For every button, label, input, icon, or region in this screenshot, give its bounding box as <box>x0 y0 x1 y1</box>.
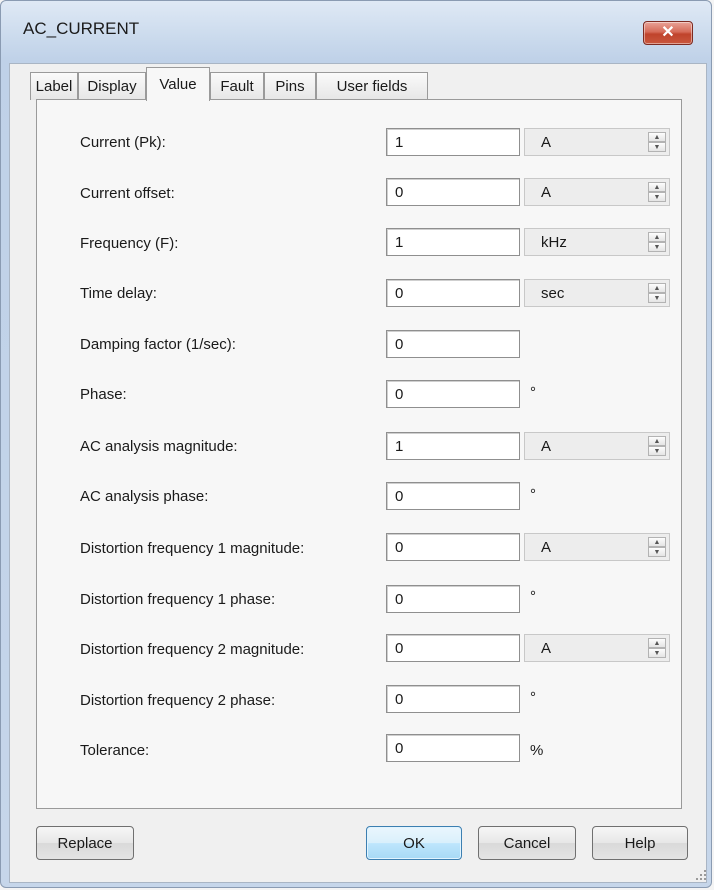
tolerance-label: Tolerance: <box>80 742 150 759</box>
ac-analysis-phase-input[interactable]: 0 <box>386 482 520 510</box>
spin-down-icon[interactable]: ▼ <box>648 242 666 252</box>
spin-up-icon[interactable]: ▲ <box>648 638 666 648</box>
current-offset-spinner[interactable]: ▲ ▼ <box>648 182 666 202</box>
tab-label[interactable]: Label <box>30 72 78 100</box>
distortion-2-phase-label: Distortion frequency 2 phase: <box>80 692 276 709</box>
tab-display[interactable]: Display <box>78 72 146 100</box>
spin-up-icon[interactable]: ▲ <box>648 537 666 547</box>
tab-user-fields[interactable]: User fields <box>316 72 428 100</box>
distortion-2-phase-degree-suffix: ° <box>530 689 536 706</box>
distortion-1-magnitude-unit: A <box>541 539 552 556</box>
spin-down-icon[interactable]: ▼ <box>648 142 666 152</box>
current-pk-unit-select[interactable]: A ▲ ▼ <box>524 128 670 156</box>
ac-analysis-magnitude-unit-select[interactable]: A ▲ ▼ <box>524 432 670 460</box>
spin-down-icon[interactable]: ▼ <box>648 293 666 303</box>
time-delay-unit-select[interactable]: sec ▲ ▼ <box>524 279 670 307</box>
spin-down-icon[interactable]: ▼ <box>648 648 666 658</box>
spin-down-icon[interactable]: ▼ <box>648 446 666 456</box>
frequency-input[interactable]: 1 <box>386 228 520 256</box>
current-pk-input[interactable]: 1 <box>386 128 520 156</box>
replace-button[interactable]: Replace <box>36 826 134 860</box>
ok-button[interactable]: OK <box>366 826 462 860</box>
distortion-1-phase-label: Distortion frequency 1 phase: <box>80 591 276 608</box>
damping-factor-input[interactable]: 0 <box>386 330 520 358</box>
spin-up-icon[interactable]: ▲ <box>648 232 666 242</box>
distortion-1-magnitude-spinner[interactable]: ▲ ▼ <box>648 537 666 557</box>
frequency-spinner[interactable]: ▲ ▼ <box>648 232 666 252</box>
close-icon: ✕ <box>661 24 675 41</box>
tolerance-input[interactable]: 0 <box>386 734 520 762</box>
distortion-1-magnitude-unit-select[interactable]: A ▲ ▼ <box>524 533 670 561</box>
distortion-2-magnitude-spinner[interactable]: ▲ ▼ <box>648 638 666 658</box>
resize-grip-icon[interactable] <box>692 866 708 882</box>
time-delay-label: Time delay: <box>80 285 157 302</box>
close-button[interactable]: ✕ <box>643 21 693 45</box>
current-pk-unit: A <box>541 134 552 151</box>
title-bar[interactable]: AC_CURRENT ✕ <box>1 1 711 63</box>
current-offset-unit: A <box>541 184 552 201</box>
tab-value[interactable]: Value <box>146 67 210 101</box>
current-pk-label: Current (Pk): <box>80 134 166 151</box>
window-title: AC_CURRENT <box>23 19 140 38</box>
spin-up-icon[interactable]: ▲ <box>648 283 666 293</box>
time-delay-unit: sec <box>541 285 565 302</box>
distortion-1-phase-input[interactable]: 0 <box>386 585 520 613</box>
distortion-2-magnitude-unit-select[interactable]: A ▲ ▼ <box>524 634 670 662</box>
ac-analysis-magnitude-label: AC analysis magnitude: <box>80 438 238 455</box>
frequency-unit-select[interactable]: kHz ▲ ▼ <box>524 228 670 256</box>
distortion-1-magnitude-label: Distortion frequency 1 magnitude: <box>80 540 305 557</box>
ac-analysis-phase-label: AC analysis phase: <box>80 488 209 505</box>
spin-down-icon[interactable]: ▼ <box>648 547 666 557</box>
help-button[interactable]: Help <box>592 826 688 860</box>
tab-pins[interactable]: Pins <box>264 72 316 100</box>
distortion-1-phase-degree-suffix: ° <box>530 588 536 605</box>
distortion-2-magnitude-label: Distortion frequency 2 magnitude: <box>80 641 305 658</box>
current-pk-spinner[interactable]: ▲ ▼ <box>648 132 666 152</box>
current-offset-label: Current offset: <box>80 185 175 202</box>
phase-degree-suffix: ° <box>530 384 536 401</box>
frequency-unit: kHz <box>541 234 567 251</box>
cancel-button[interactable]: Cancel <box>478 826 576 860</box>
frequency-label: Frequency (F): <box>80 235 179 252</box>
phase-label: Phase: <box>80 386 127 403</box>
spin-up-icon[interactable]: ▲ <box>648 436 666 446</box>
spin-up-icon[interactable]: ▲ <box>648 182 666 192</box>
tolerance-percent-suffix: % <box>530 742 544 759</box>
distortion-2-magnitude-unit: A <box>541 640 552 657</box>
phase-input[interactable]: 0 <box>386 380 520 408</box>
damping-factor-label: Damping factor (1/sec): <box>80 336 236 353</box>
distortion-2-phase-input[interactable]: 0 <box>386 685 520 713</box>
current-offset-unit-select[interactable]: A ▲ ▼ <box>524 178 670 206</box>
tab-fault[interactable]: Fault <box>210 72 264 100</box>
spin-up-icon[interactable]: ▲ <box>648 132 666 142</box>
ac-analysis-magnitude-unit: A <box>541 438 552 455</box>
distortion-1-magnitude-input[interactable]: 0 <box>386 533 520 561</box>
spin-down-icon[interactable]: ▼ <box>648 192 666 202</box>
ac-analysis-magnitude-input[interactable]: 1 <box>386 432 520 460</box>
time-delay-spinner[interactable]: ▲ ▼ <box>648 283 666 303</box>
ac-analysis-phase-degree-suffix: ° <box>530 486 536 503</box>
time-delay-input[interactable]: 0 <box>386 279 520 307</box>
ac-analysis-magnitude-spinner[interactable]: ▲ ▼ <box>648 436 666 456</box>
current-offset-input[interactable]: 0 <box>386 178 520 206</box>
distortion-2-magnitude-input[interactable]: 0 <box>386 634 520 662</box>
